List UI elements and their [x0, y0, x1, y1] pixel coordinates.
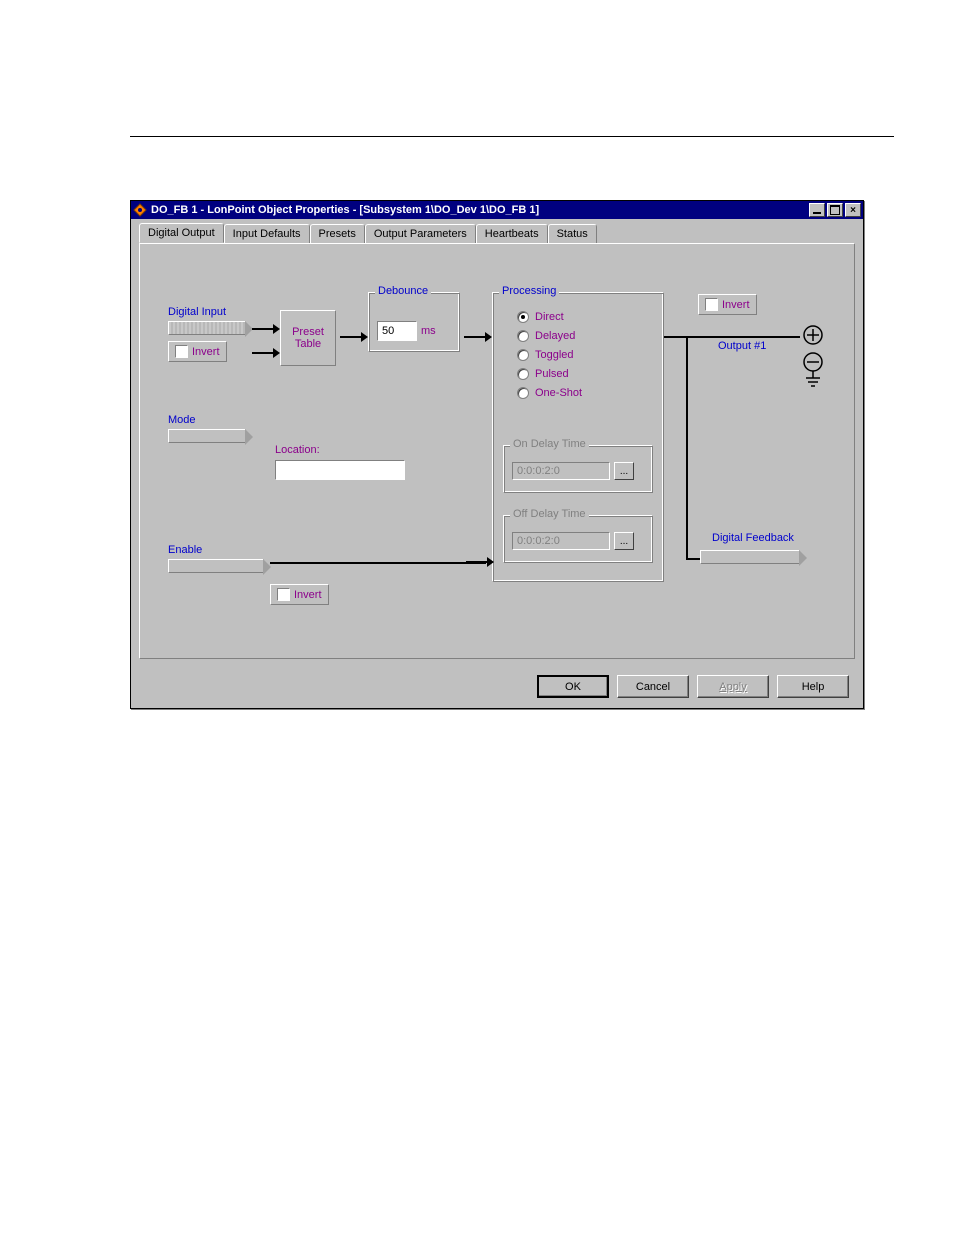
output-ground-icon	[802, 352, 824, 388]
tab-strip: Digital Output Input Defaults Presets Ou…	[131, 219, 863, 243]
off-delay-group: Off Delay Time 0:0:0:2:0 ...	[503, 515, 653, 563]
close-button[interactable]: ×	[845, 203, 861, 217]
apply-button: Apply	[697, 675, 769, 698]
digital-input-invert-box: Invert	[168, 341, 227, 362]
processing-group: Processing Direct Delayed Toggled Pulsed…	[492, 292, 664, 582]
radio-delayed[interactable]: Delayed	[517, 330, 582, 342]
digital-input-invert-checkbox[interactable]	[175, 345, 188, 358]
preset-table-box[interactable]: Preset Table	[280, 310, 336, 366]
on-delay-group: On Delay Time 0:0:0:2:0 ...	[503, 445, 653, 493]
ok-button[interactable]: OK	[537, 675, 609, 698]
off-delay-value: 0:0:0:2:0	[512, 532, 610, 550]
processing-legend: Processing	[499, 285, 559, 297]
enable-label: Enable	[168, 544, 278, 556]
digital-input-label: Digital Input	[168, 306, 258, 318]
radio-direct[interactable]: Direct	[517, 311, 582, 323]
on-delay-value: 0:0:0:2:0	[512, 462, 610, 480]
tab-status[interactable]: Status	[548, 224, 597, 244]
digital-feedback-signal	[700, 550, 800, 564]
location-label: Location:	[275, 444, 405, 456]
enable-invert-box: Invert	[270, 584, 329, 605]
mode-label: Mode	[168, 414, 258, 426]
tab-panel-digital-output: Digital Input Invert Mode Enable Inv	[139, 243, 855, 659]
output-invert-label: Invert	[722, 299, 750, 311]
output-label: Output #1	[718, 340, 766, 352]
digital-input-invert-label: Invert	[192, 346, 220, 358]
radio-pulsed[interactable]: Pulsed	[517, 368, 582, 380]
debounce-group: Debounce ms	[368, 292, 460, 352]
maximize-button[interactable]	[827, 203, 843, 217]
page-divider	[130, 136, 894, 137]
app-icon	[133, 203, 147, 217]
off-delay-browse-button[interactable]: ...	[614, 532, 634, 550]
title-bar[interactable]: DO_FB 1 - LonPoint Object Properties - […	[131, 201, 863, 219]
preset-table-label2: Table	[295, 338, 321, 350]
arrow-invert-to-preset	[252, 352, 274, 354]
location-input[interactable]	[275, 460, 405, 480]
tab-input-defaults[interactable]: Input Defaults	[224, 224, 310, 244]
window-title: DO_FB 1 - LonPoint Object Properties - […	[151, 204, 807, 216]
tab-output-parameters[interactable]: Output Parameters	[365, 224, 476, 244]
output-invert-box: Invert	[698, 294, 757, 315]
dialog-window: DO_FB 1 - LonPoint Object Properties - […	[130, 200, 864, 709]
radio-toggled[interactable]: Toggled	[517, 349, 582, 361]
help-button[interactable]: Help	[777, 675, 849, 698]
tab-heartbeats[interactable]: Heartbeats	[476, 224, 548, 244]
output-plus-icon	[802, 324, 824, 346]
tab-digital-output[interactable]: Digital Output	[139, 223, 224, 243]
output-line	[664, 336, 800, 338]
dialog-button-row: OK Cancel Apply Help	[131, 667, 863, 708]
arrow-enable-to-processing	[466, 561, 488, 563]
minimize-button[interactable]	[809, 203, 825, 217]
debounce-unit-label: ms	[421, 325, 436, 337]
enable-signal	[168, 559, 264, 573]
arrow-debounce-to-processing	[464, 336, 486, 338]
on-delay-legend: On Delay Time	[510, 438, 589, 450]
mode-signal	[168, 429, 246, 443]
enable-line	[270, 562, 486, 564]
off-delay-legend: Off Delay Time	[510, 508, 589, 520]
preset-table-label1: Preset	[292, 326, 324, 338]
feedback-vline	[686, 336, 688, 558]
radio-one-shot[interactable]: One-Shot	[517, 387, 582, 399]
digital-feedback-label: Digital Feedback	[712, 532, 794, 544]
digital-input-signal	[168, 321, 246, 335]
tab-presets[interactable]: Presets	[310, 224, 365, 244]
arrow-preset-to-debounce	[340, 336, 362, 338]
output-invert-checkbox[interactable]	[705, 298, 718, 311]
debounce-value-input[interactable]	[377, 321, 417, 341]
debounce-legend: Debounce	[375, 285, 431, 297]
enable-invert-label: Invert	[294, 589, 322, 601]
arrow-digital-to-preset	[252, 328, 274, 330]
cancel-button[interactable]: Cancel	[617, 675, 689, 698]
on-delay-browse-button[interactable]: ...	[614, 462, 634, 480]
enable-invert-checkbox[interactable]	[277, 588, 290, 601]
